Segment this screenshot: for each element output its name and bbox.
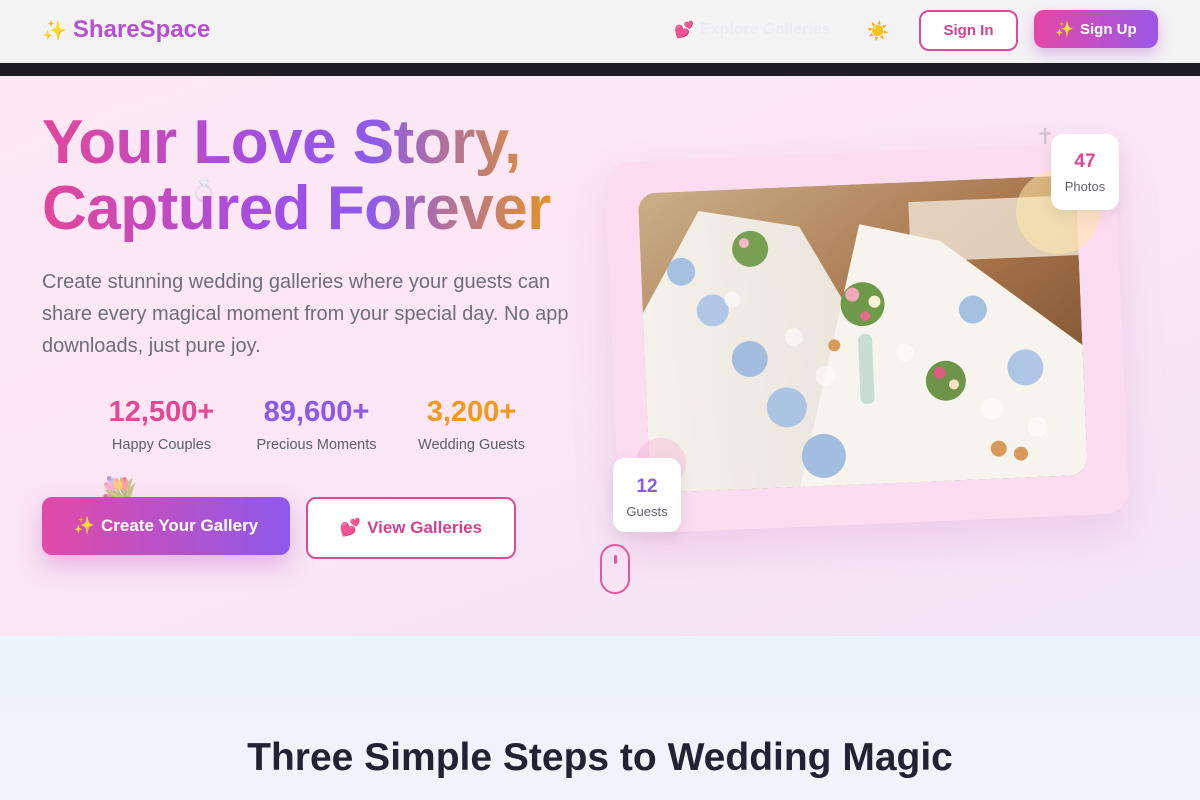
sparkle-icon: ✨: [1055, 21, 1074, 38]
hero-subtitle: Create stunning wedding galleries where …: [42, 271, 569, 357]
sign-up-label: Sign Up: [1080, 20, 1137, 38]
sparkle-icon: ✨: [42, 19, 67, 42]
stats-row: 12,500+ Happy Couples 89,600+ Precious M…: [84, 396, 549, 453]
hero-title-line-1: Your Love Story,: [42, 108, 521, 177]
create-gallery-label: Create Your Gallery: [101, 516, 259, 535]
hero-title-line-2: Captured Forever: [42, 174, 551, 243]
stat-label: Precious Moments: [256, 437, 377, 453]
sparkle-icon: ✨: [73, 516, 95, 535]
view-galleries-label: View Galleries: [367, 518, 483, 537]
view-galleries-button[interactable]: 💕 View Galleries: [306, 497, 516, 559]
logo-text: ShareSpace: [72, 16, 211, 43]
sign-in-button[interactable]: Sign In: [919, 10, 1018, 51]
logo[interactable]: ✨ ShareSpace: [42, 16, 210, 44]
hearts-icon: 💕: [339, 518, 362, 537]
theme-toggle-sun-icon[interactable]: ☀️: [866, 19, 890, 43]
guests-count-badge: 12 Guests: [613, 458, 681, 532]
stat-value: 89,600+: [263, 396, 370, 428]
stat-wedding-guests: 3,200+ Wedding Guests: [394, 396, 549, 453]
scroll-down-mouse-icon[interactable]: [600, 544, 630, 594]
stat-value: 3,200+: [426, 396, 517, 428]
guests-label: Guests: [626, 504, 668, 519]
guests-count: 12: [636, 476, 658, 497]
top-nav: ✨ ShareSpace 💕 Explore Galleries ☀️ Sign…: [0, 0, 1200, 63]
explore-galleries-link[interactable]: 💕 Explore Galleries: [674, 20, 831, 40]
stat-value: 12,500+: [108, 396, 215, 428]
sign-up-button[interactable]: ✨ Sign Up: [1034, 10, 1158, 48]
header-divider: [0, 63, 1200, 76]
photos-count: 47: [1074, 151, 1096, 172]
stat-precious-moments: 89,600+ Precious Moments: [239, 396, 394, 453]
hearts-icon: 💕: [674, 22, 694, 39]
steps-title: Three Simple Steps to Wedding Magic: [247, 736, 953, 779]
hero-title: Your Love Story, Captured Forever: [42, 110, 551, 242]
photos-label: Photos: [1064, 179, 1106, 194]
stat-label: Wedding Guests: [418, 437, 525, 453]
stat-label: Happy Couples: [111, 437, 212, 453]
stat-happy-couples: 12,500+ Happy Couples: [84, 396, 239, 453]
create-gallery-button[interactable]: ✨ Create Your Gallery: [42, 497, 290, 555]
explore-galleries-label: Explore Galleries: [699, 21, 831, 38]
photos-count-badge: 47 Photos: [1051, 134, 1119, 210]
steps-section: Three Simple Steps to Wedding Magic: [0, 636, 1200, 800]
